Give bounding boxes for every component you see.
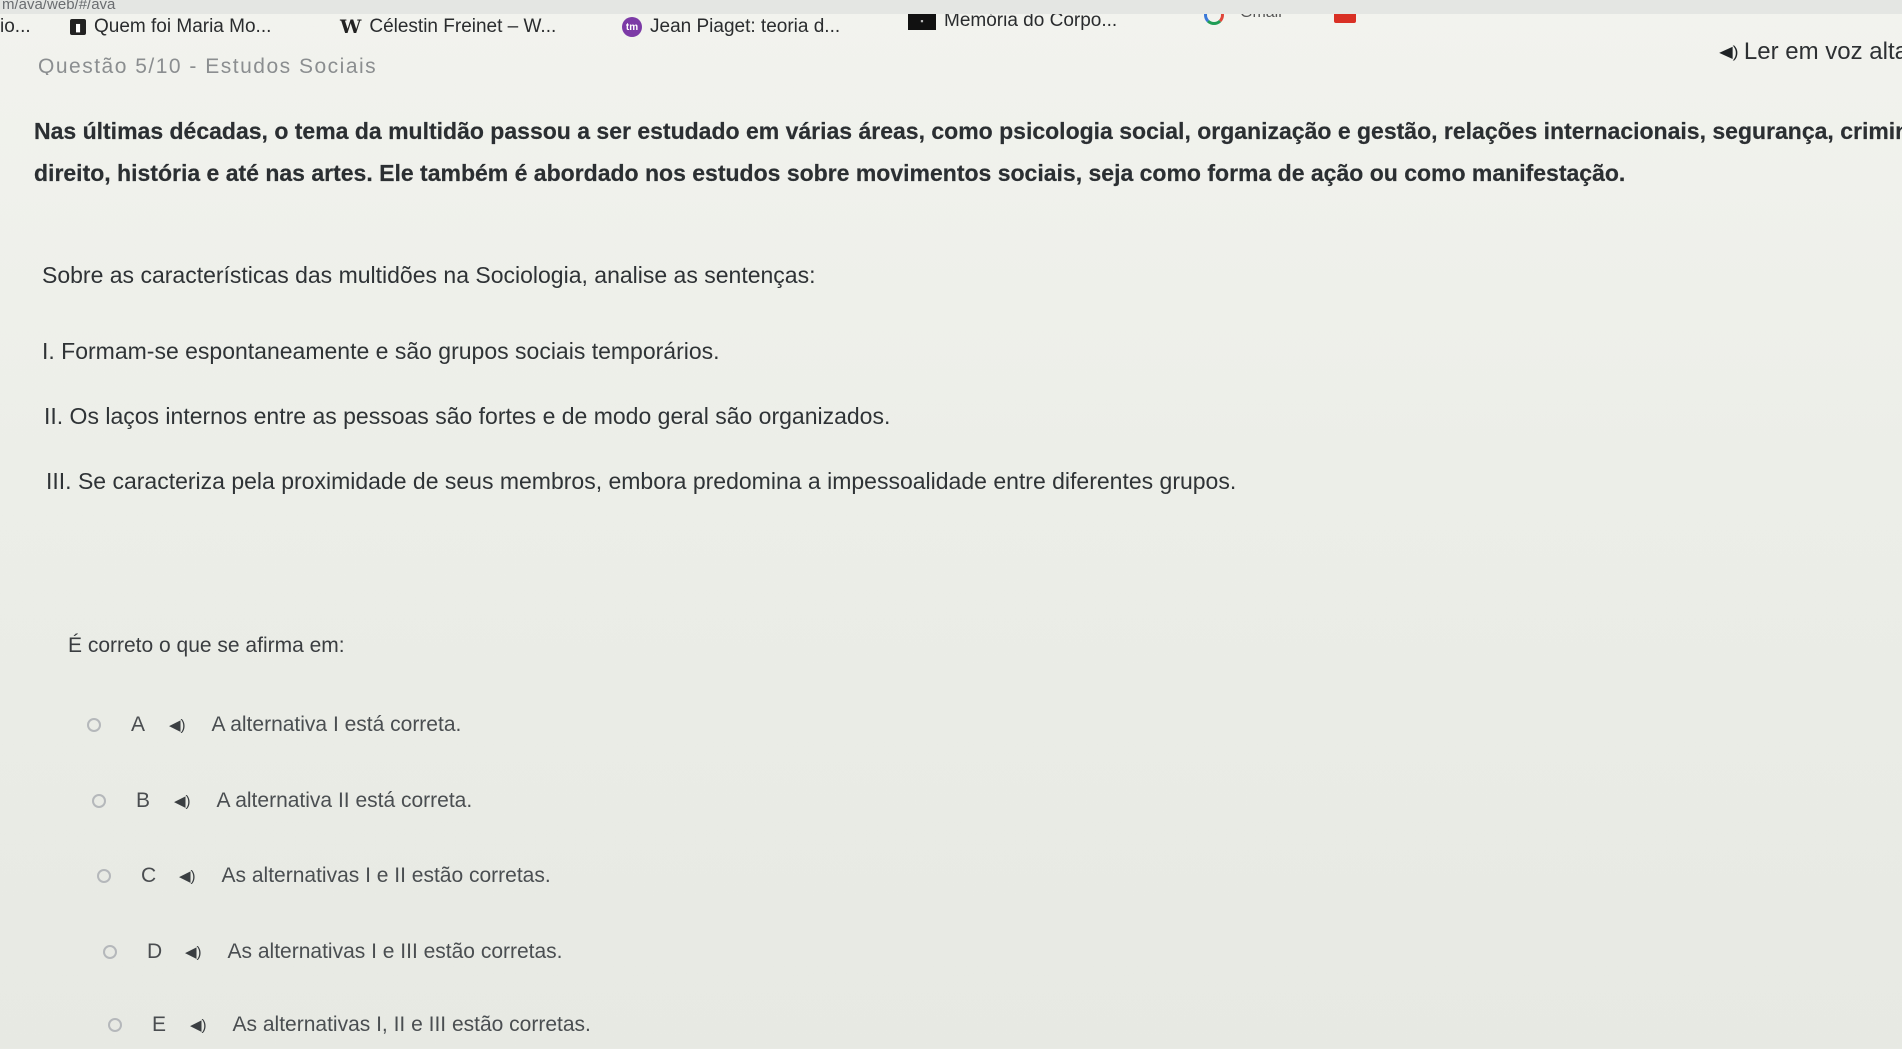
option-b[interactable]: B ◀) A alternativa II está correta. xyxy=(92,786,472,816)
gmail-icon xyxy=(1334,14,1356,23)
option-text: As alternativas I, II e III estão corret… xyxy=(232,1013,591,1036)
bookmark-item-jean-piaget[interactable]: tm Jean Piaget: teoria d... xyxy=(622,14,840,40)
statement-i: I. Formam-se espontaneamente e são grupo… xyxy=(42,338,720,364)
option-text: As alternativas I e III estão corretas. xyxy=(227,940,563,963)
bookmark-item-gmail-icon[interactable] xyxy=(1334,14,1364,28)
statement-iii: III. Se caracteriza pela proximidade de … xyxy=(46,468,1237,494)
address-bar-fragment[interactable]: m/ava/web/#/ava xyxy=(0,0,1902,14)
video-thumbnail-icon: ▪ xyxy=(908,14,936,30)
wikipedia-icon: W xyxy=(340,16,362,38)
question-prompt: Sobre as características das multidões n… xyxy=(42,262,816,288)
speaker-icon[interactable]: ◀) xyxy=(169,716,186,734)
read-aloud-button[interactable]: ◀) Ler em voz alta xyxy=(1719,38,1902,66)
bookmark-item-maria-montessori[interactable]: ▮ Quem foi Maria Mo... xyxy=(70,14,271,40)
option-letter: E xyxy=(152,1013,167,1036)
bookmark-item-celestin-freinet[interactable]: W Célestin Freinet – W... xyxy=(340,14,556,40)
option-letter: C xyxy=(141,864,157,887)
bookmark-label: Jean Piaget: teoria d... xyxy=(650,16,841,37)
option-e[interactable]: E ◀) As alternativas I, II e III estão c… xyxy=(108,1010,591,1040)
radio-button[interactable] xyxy=(108,1018,122,1032)
option-a[interactable]: A ◀) A alternativa I está correta. xyxy=(87,710,461,740)
bookmark-item-partial[interactable]: io... xyxy=(0,14,31,40)
option-letter: A xyxy=(131,713,146,736)
question-text: É correto o que se afirma em: xyxy=(68,634,345,657)
option-letter: B xyxy=(136,789,151,812)
option-text: A alternativa II está correta. xyxy=(216,789,473,812)
document-icon: ▮ xyxy=(70,19,86,35)
paragraph-line: Nas últimas décadas, o tema da multidão … xyxy=(34,118,1902,144)
bookmark-label: Célestin Freinet – W... xyxy=(369,16,557,37)
bookmark-item-google[interactable] xyxy=(1204,14,1232,28)
bookmark-label: io... xyxy=(0,16,31,37)
radio-button[interactable] xyxy=(103,945,117,959)
bookmark-item-gmail[interactable]: Gmail xyxy=(1240,14,1282,26)
radio-button[interactable] xyxy=(87,718,101,732)
bookmark-item-memoria-do-corpo[interactable]: ▪ Memória do Corpo... xyxy=(908,14,1117,34)
question-section-title: Questão 5/10 - Estudos Sociais xyxy=(38,55,378,75)
statement-ii: II. Os laços internos entre as pessoas s… xyxy=(44,403,891,429)
read-aloud-label: Ler em voz alta xyxy=(1743,38,1902,65)
option-text: A alternativa I está correta. xyxy=(211,713,462,736)
google-icon xyxy=(1204,14,1224,25)
bookmark-label: Gmail xyxy=(1240,14,1282,22)
tm-logo-icon: tm xyxy=(622,17,642,37)
option-d[interactable]: D ◀) As alternativas I e III estão corre… xyxy=(103,937,563,967)
bookmark-label: Memória do Corpo... xyxy=(944,14,1118,31)
speaker-icon: ◀) xyxy=(1719,44,1739,61)
speaker-icon[interactable]: ◀) xyxy=(185,943,202,961)
url-text: m/ava/web/#/ava xyxy=(2,0,116,13)
speaker-icon[interactable]: ◀) xyxy=(179,867,196,885)
option-c[interactable]: C ◀) As alternativas I e II estão corret… xyxy=(97,861,551,891)
bookmark-label: Quem foi Maria Mo... xyxy=(94,16,272,37)
option-letter: D xyxy=(147,940,163,963)
bookmarks-bar: io... ▮ Quem foi Maria Mo... W Célestin … xyxy=(0,14,1902,40)
radio-button[interactable] xyxy=(92,794,106,808)
speaker-icon[interactable]: ◀) xyxy=(190,1016,207,1034)
option-text: As alternativas I e II estão corretas. xyxy=(221,864,551,887)
radio-button[interactable] xyxy=(97,869,111,883)
speaker-icon[interactable]: ◀) xyxy=(174,792,191,810)
paragraph-line: direito, história e até nas artes. Ele t… xyxy=(34,160,1626,186)
question-context-paragraph: Nas últimas décadas, o tema da multidão … xyxy=(34,110,1902,194)
